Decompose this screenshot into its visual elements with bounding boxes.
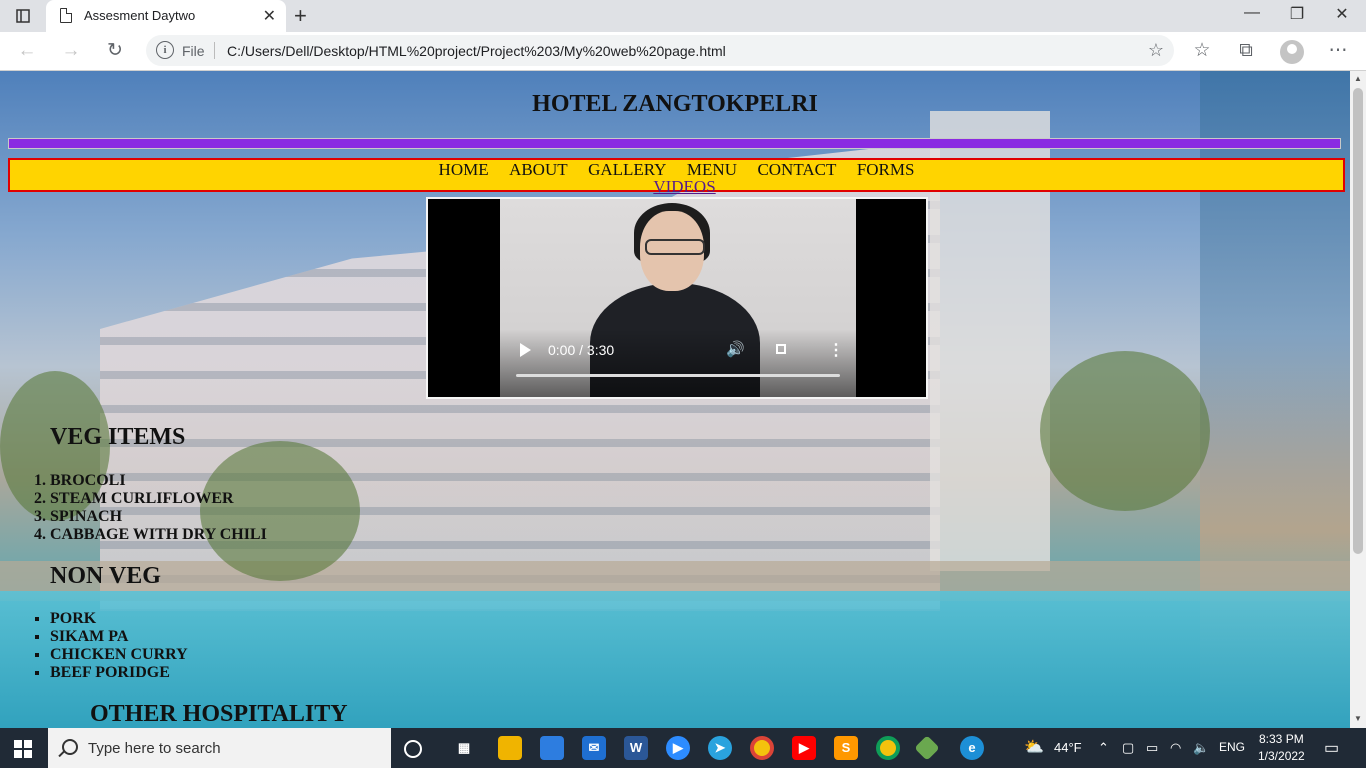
sublime-icon[interactable]: S: [834, 736, 858, 760]
volume-icon[interactable]: 🔊: [726, 340, 745, 358]
other-heading: OTHER HOSPITALITY: [90, 701, 348, 727]
tab-title: Assesment Daytwo: [84, 8, 196, 23]
list-item: PORK: [50, 610, 188, 628]
list-item: SPINACH: [50, 508, 267, 526]
tab-actions-icon[interactable]: [10, 6, 36, 26]
palm-tree: [1040, 351, 1210, 511]
chrome-icon[interactable]: [750, 736, 774, 760]
video-controls: [500, 329, 856, 397]
zoom-icon[interactable]: ▶: [666, 736, 690, 760]
scheme-label: File: [182, 43, 205, 59]
add-favorite-icon[interactable]: ☆: [1148, 40, 1164, 61]
language-indicator[interactable]: ENG: [1219, 740, 1245, 754]
veg-list: BROCOLI STEAM CURLIFLOWER SPINACH CABBAG…: [50, 472, 267, 544]
browser-toolbar: ← → ↻ i File C:/Users/Dell/Desktop/HTML%…: [0, 32, 1366, 71]
weather-temp[interactable]: 44°F: [1054, 740, 1082, 755]
more-options-icon[interactable]: ⋮: [828, 340, 844, 360]
store-icon[interactable]: [540, 736, 564, 760]
nonveg-list: PORK SIKAM PA CHICKEN CURRY BEEF PORIDGE: [50, 610, 188, 682]
page-title: HOTEL ZANGTOKPELRI: [532, 91, 818, 117]
chrome-profile-icon[interactable]: [876, 736, 900, 760]
git-icon[interactable]: [914, 735, 940, 761]
forward-button[interactable]: →: [58, 39, 84, 63]
purple-divider: [8, 138, 1341, 149]
edge-icon[interactable]: e: [960, 736, 984, 760]
minimize-button[interactable]: —: [1232, 4, 1272, 22]
browser-tab[interactable]: Assesment Daytwo ✕: [46, 0, 286, 32]
battery-icon[interactable]: ▭: [1146, 740, 1158, 756]
clock-time: 8:33 PM: [1259, 732, 1304, 746]
info-icon[interactable]: i: [156, 41, 174, 59]
page-scrollbar[interactable]: ▲ ▼: [1350, 71, 1366, 728]
new-tab-button[interactable]: +: [294, 3, 307, 29]
close-tab-icon[interactable]: ✕: [263, 6, 276, 26]
volume-icon[interactable]: 🔈: [1193, 740, 1209, 756]
wifi-icon[interactable]: ◠: [1170, 740, 1181, 756]
nav-videos[interactable]: VIDEOS: [18, 177, 1350, 196]
url-text[interactable]: C:/Users/Dell/Desktop/HTML%20project/Pro…: [227, 43, 726, 59]
list-item: STEAM CURLIFLOWER: [50, 490, 267, 508]
search-placeholder: Type here to search: [88, 740, 221, 757]
list-item: BROCOLI: [50, 472, 267, 490]
document-icon: [60, 8, 72, 23]
video-person-glasses: [645, 239, 705, 255]
address-bar[interactable]: i File C:/Users/Dell/Desktop/HTML%20proj…: [146, 35, 1174, 66]
close-window-button[interactable]: ✕: [1322, 4, 1362, 24]
file-explorer-icon[interactable]: [498, 736, 522, 760]
youtube-icon[interactable]: ▶: [792, 736, 816, 760]
tray-chevron-icon[interactable]: ⌃: [1098, 740, 1109, 756]
network-adapter-icon[interactable]: ▢: [1122, 740, 1134, 756]
scroll-thumb[interactable]: [1353, 88, 1363, 554]
more-menu-icon[interactable]: ⋯: [1325, 39, 1351, 63]
back-button[interactable]: ←: [14, 39, 40, 63]
cortana-icon[interactable]: [404, 740, 422, 758]
list-item: CABBAGE WITH DRY CHILI: [50, 526, 267, 544]
divider: [214, 42, 215, 59]
word-icon[interactable]: W: [624, 736, 648, 760]
weather-icon[interactable]: ⛅: [1024, 737, 1044, 757]
taskbar: Type here to search ▦ ✉ W ▶ ➤ ▶ S e ⛅ 44…: [0, 728, 1366, 768]
list-item: BEEF PORIDGE: [50, 664, 188, 682]
navigation-bar: HOME ABOUT GALLERY MENU CONTACT FORMS VI…: [8, 158, 1345, 196]
favorites-icon[interactable]: ☆: [1189, 39, 1215, 63]
task-view-icon[interactable]: ▦: [452, 736, 476, 760]
windows-start-icon[interactable]: [14, 740, 32, 758]
veg-heading: VEG ITEMS: [50, 424, 186, 450]
fullscreen-icon[interactable]: [776, 344, 786, 354]
play-icon[interactable]: [520, 343, 531, 357]
profile-avatar[interactable]: [1280, 40, 1304, 64]
collections-icon[interactable]: ⧉: [1233, 39, 1259, 63]
list-item: SIKAM PA: [50, 628, 188, 646]
taskbar-search[interactable]: Type here to search: [48, 728, 391, 768]
list-item: CHICKEN CURRY: [50, 646, 188, 664]
telegram-icon[interactable]: ➤: [708, 736, 732, 760]
mail-icon[interactable]: ✉: [582, 736, 606, 760]
page-viewport: HOTEL ZANGTOKPELRI HOME ABOUT GALLERY ME…: [0, 71, 1350, 728]
clock[interactable]: 8:33 PM 1/3/2022: [1258, 731, 1305, 765]
notifications-icon[interactable]: ▭: [1324, 738, 1339, 758]
video-progress-bar[interactable]: [516, 374, 840, 377]
video-time: 0:00 / 3:30: [548, 342, 615, 358]
browser-tab-strip: Assesment Daytwo ✕ + — ❐ ✕: [0, 0, 1366, 32]
reload-button[interactable]: ↻: [102, 39, 128, 63]
video-player[interactable]: 0:00 / 3:30 🔊 ⋮: [426, 197, 928, 399]
nonveg-heading: NON VEG: [50, 563, 161, 589]
restore-button[interactable]: ❐: [1277, 4, 1317, 24]
search-icon: [62, 739, 78, 755]
scroll-up-icon[interactable]: ▲: [1354, 74, 1362, 83]
clock-date: 1/3/2022: [1258, 749, 1305, 763]
scroll-down-icon[interactable]: ▼: [1354, 714, 1362, 723]
